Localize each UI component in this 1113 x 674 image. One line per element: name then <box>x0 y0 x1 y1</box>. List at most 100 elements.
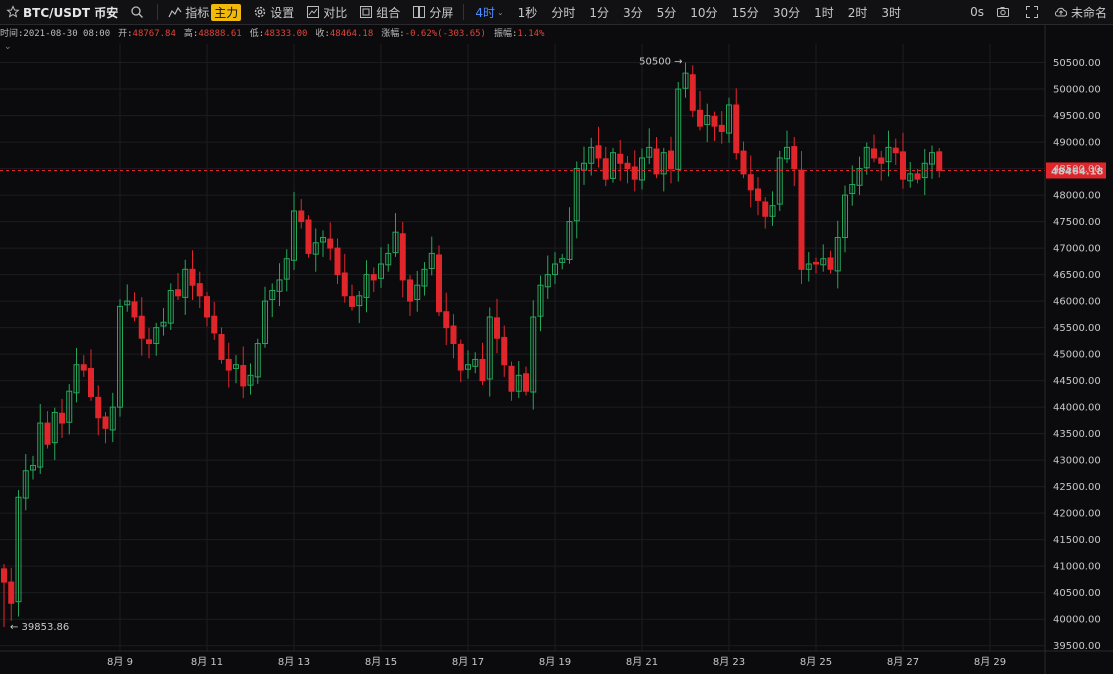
time-tick-label: 8月 17 <box>452 656 484 668</box>
time-tick-label: 8月 15 <box>365 656 397 668</box>
favorite-button[interactable]: BTC/USDT 币安 <box>0 0 124 24</box>
candle-body <box>218 334 225 360</box>
price-tick-label: 48000.00 <box>1053 191 1101 202</box>
candle-body <box>523 373 529 392</box>
time-tick-label: 8月 23 <box>713 656 745 668</box>
candle-body <box>211 315 218 334</box>
candle-body <box>827 257 834 270</box>
candle-body <box>225 358 232 371</box>
candle-body <box>668 150 674 170</box>
star-icon <box>6 5 20 18</box>
candle-body <box>791 146 798 170</box>
compare-label: 对比 <box>323 5 348 20</box>
combo-button[interactable]: 组合 <box>353 0 406 24</box>
screenshot-button[interactable] <box>990 0 1019 24</box>
candle-body <box>689 74 696 111</box>
time-tick-label: 8月 13 <box>278 656 310 668</box>
price-tick-label: 41500.00 <box>1053 535 1101 546</box>
fullscreen-button[interactable] <box>1019 0 1048 24</box>
price-tick-label: 49500.00 <box>1053 111 1101 122</box>
candlestick-chart[interactable]: 50500 →← 39853.8648464.18 39500.0040000.… <box>0 24 1113 674</box>
price-tick-label: 49000.00 <box>1053 138 1101 149</box>
candle-body <box>80 364 87 371</box>
time-axis[interactable]: 8月 9 8月 11 8月 13 8月 15 8月 17 8月 19 8月 21 8月 23 8… <box>0 650 1113 668</box>
combo-label: 组合 <box>376 5 401 20</box>
candle-body <box>334 247 341 276</box>
interval-5m[interactable]: 5分 <box>650 0 684 24</box>
candle-body <box>138 315 145 339</box>
interval-1m[interactable]: 1分 <box>582 0 616 24</box>
candle-body <box>892 147 899 154</box>
candle-body <box>595 145 602 159</box>
candle-body <box>602 158 609 180</box>
fullscreen-icon <box>1025 6 1038 18</box>
time-tick-label: 8月 19 <box>539 656 571 668</box>
interval-3m[interactable]: 3分 <box>616 0 650 24</box>
candle-body <box>711 115 718 127</box>
interval-30m[interactable]: 30分 <box>766 0 807 24</box>
candle-body <box>196 283 203 297</box>
price-axis[interactable]: 39500.0040000.0040500.0041000.0041500.00… <box>1044 24 1101 674</box>
settings-label: 设置 <box>270 5 295 20</box>
settings-button[interactable]: 设置 <box>247 0 300 24</box>
candle-body <box>59 412 65 424</box>
candle-body <box>175 289 181 297</box>
candle-body <box>733 104 740 154</box>
price-tick-label: 42500.00 <box>1053 482 1101 493</box>
split-label: 分屏 <box>429 5 454 20</box>
candle-body <box>813 261 819 265</box>
symbol-search-button[interactable] <box>124 0 153 24</box>
gear-icon <box>255 6 266 18</box>
candle-body <box>341 272 348 297</box>
candle-body <box>146 339 152 345</box>
candle-body <box>305 219 312 254</box>
candle-body <box>747 174 754 191</box>
time-tick-label: 8月 29 <box>974 656 1006 668</box>
candle-body <box>8 581 15 604</box>
candle-body <box>1 568 7 583</box>
interval-2h[interactable]: 2时 <box>841 0 875 24</box>
interval-1h[interactable]: 1时 <box>807 0 841 24</box>
price-tick-label: 44000.00 <box>1053 403 1101 414</box>
chart-toolbar: BTC/USDT 币安 指标 主力 设置 对比 组合 分屏 4时 ⌄ 1秒 分时… <box>0 0 1113 25</box>
countdown-toggle[interactable]: 0s <box>964 0 990 24</box>
interval-10m[interactable]: 10分 <box>683 0 724 24</box>
candle-body <box>501 336 508 366</box>
candle-body <box>44 422 51 445</box>
price-tick-label: 46500.00 <box>1053 270 1101 281</box>
price-tick-label: 44500.00 <box>1053 376 1101 387</box>
indicators-label: 指标 <box>185 5 210 20</box>
candle-body <box>718 124 725 132</box>
candle-body <box>131 301 138 318</box>
indicators-button[interactable]: 指标 主力 <box>162 0 247 24</box>
price-tick-label: 40500.00 <box>1053 588 1101 599</box>
divider <box>463 4 465 20</box>
interval-dropdown[interactable]: 4时 ⌄ <box>468 0 510 24</box>
interval-1s[interactable]: 1秒 <box>511 0 545 24</box>
candle-body <box>450 325 457 345</box>
candle-body <box>349 296 355 307</box>
candle-body <box>631 166 638 180</box>
price-tick-label: 50500.00 <box>1053 58 1101 69</box>
save-layout-button[interactable]: 未命名 <box>1048 0 1113 24</box>
interval-15m[interactable]: 15分 <box>725 0 766 24</box>
candles <box>1 62 943 627</box>
interval-timeline[interactable]: 分时 <box>544 0 582 24</box>
candle-body <box>479 358 486 382</box>
candle-body <box>878 157 885 164</box>
compare-button[interactable]: 对比 <box>300 0 353 24</box>
interval-3h[interactable]: 3时 <box>874 0 908 24</box>
price-tick-label: 43000.00 <box>1053 456 1101 467</box>
layout-name: 未命名 <box>1070 5 1107 20</box>
price-tick-label: 45000.00 <box>1053 350 1101 361</box>
camera-icon <box>996 7 1009 17</box>
price-tick-label: 43500.00 <box>1053 429 1101 440</box>
split-screen-button[interactable]: 分屏 <box>406 0 459 24</box>
price-tick-label: 50000.00 <box>1053 85 1101 96</box>
divider <box>157 4 159 20</box>
cloud-upload-icon <box>1054 7 1068 17</box>
high-price-marker: 50500 → <box>639 57 682 68</box>
candle-body <box>900 151 906 180</box>
main-force-badge[interactable]: 主力 <box>211 3 242 21</box>
candle-body <box>370 274 377 281</box>
